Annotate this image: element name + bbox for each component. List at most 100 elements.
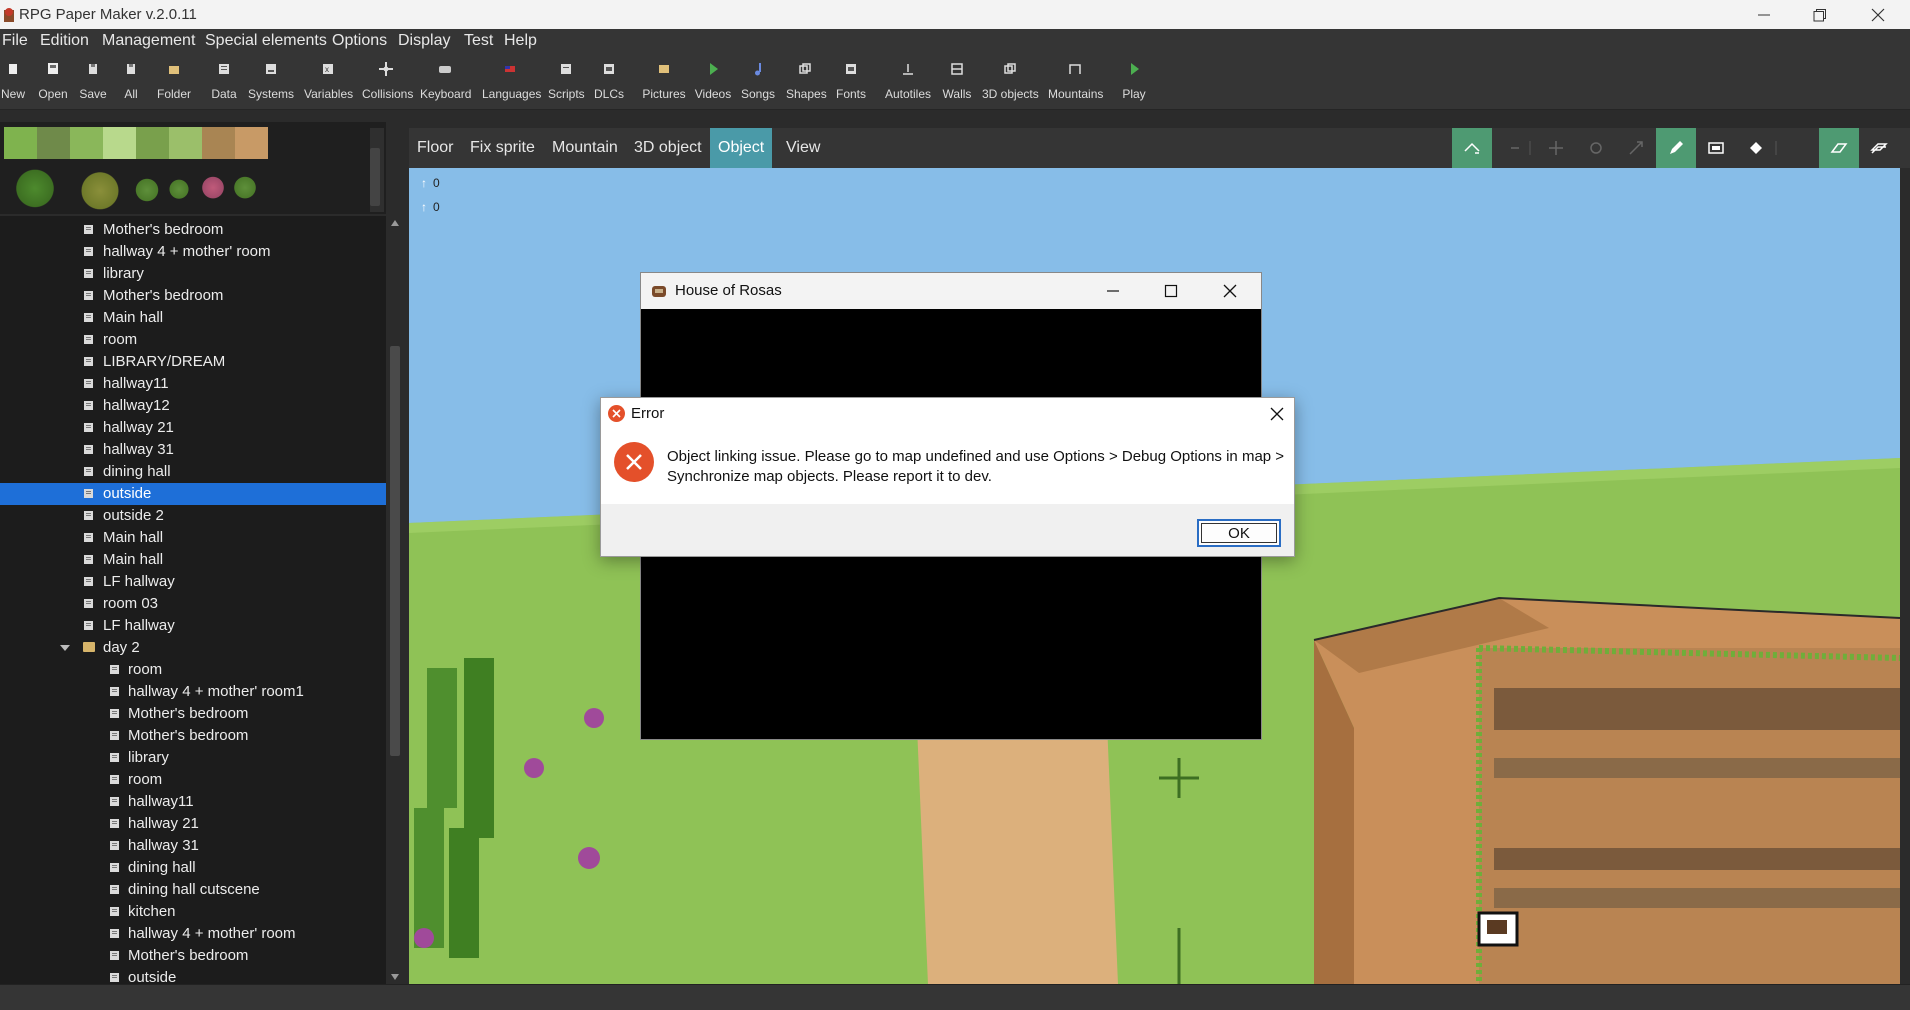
tab-mountain[interactable]: Mountain [544, 128, 626, 168]
tree-item[interactable]: Mother's bedroom [0, 285, 386, 307]
menu-edition[interactable]: Edition [40, 32, 89, 50]
tree-item[interactable]: Mother's bedroom [0, 219, 386, 241]
move-camera-tool[interactable] [1452, 128, 1492, 168]
expand-arrow-icon[interactable] [60, 645, 70, 651]
plant-sprite[interactable] [72, 162, 128, 210]
tileset-preview[interactable] [0, 122, 386, 214]
minimize-button[interactable] [1736, 0, 1792, 29]
plant-sprite[interactable] [166, 170, 192, 202]
bush-sprite[interactable] [4, 162, 66, 210]
tree-item[interactable]: Main hall [0, 549, 386, 571]
tileset-tile[interactable] [103, 127, 136, 159]
menu-special-elements[interactable]: Special elements [205, 32, 327, 50]
languages-button[interactable]: Languages [482, 59, 541, 107]
shapes-button[interactable]: Shapes [786, 59, 827, 107]
plant-sprite[interactable] [230, 166, 260, 202]
error-dialog[interactable]: Error Object linking issue. Please go to… [600, 397, 1295, 557]
tree-scrollbar[interactable] [388, 216, 402, 984]
rectangle-tool[interactable] [1696, 128, 1736, 168]
tree-item[interactable]: Mother's bedroom [0, 703, 386, 725]
rotate-object-tool[interactable] [1576, 128, 1616, 168]
menu-help[interactable]: Help [504, 32, 537, 50]
tree-item[interactable]: room 03 [0, 593, 386, 615]
tree-item[interactable]: Mother's bedroom [0, 725, 386, 747]
tree-item[interactable]: kitchen [0, 901, 386, 923]
tree-item[interactable]: room [0, 659, 386, 681]
save-button[interactable]: Save [78, 59, 108, 107]
ok-button[interactable]: OK [1197, 519, 1281, 547]
tree-item[interactable]: LF hallway [0, 571, 386, 593]
dlcs-button[interactable]: DLCs [594, 59, 624, 107]
new-button[interactable]: New [0, 59, 26, 107]
tab-fix-sprite[interactable]: Fix sprite [462, 128, 543, 168]
layer-tool[interactable] [1819, 128, 1859, 168]
error-close-button[interactable] [1266, 403, 1288, 425]
tree-item[interactable]: room [0, 329, 386, 351]
scroll-down-arrow-icon[interactable] [391, 974, 399, 980]
data-button[interactable]: Data [210, 59, 238, 107]
tree-item[interactable]: hallway 4 + mother' room1 [0, 681, 386, 703]
3d-objects-button[interactable]: 3D objects [982, 59, 1039, 107]
menu-display[interactable]: Display [398, 32, 450, 50]
tree-item[interactable]: hallway 4 + mother' room [0, 241, 386, 263]
tree-item[interactable]: outside [0, 967, 386, 984]
restore-button[interactable] [1792, 0, 1848, 29]
tree-item[interactable]: Main hall [0, 307, 386, 329]
tree-item[interactable]: LF hallway [0, 615, 386, 637]
menu-file[interactable]: File [2, 32, 28, 50]
tree-item[interactable]: hallway12 [0, 395, 386, 417]
fonts-button[interactable]: Fonts [834, 59, 868, 107]
pencil-tool[interactable] [1656, 128, 1696, 168]
close-button[interactable] [1850, 0, 1906, 29]
game-minimize-button[interactable] [1084, 273, 1142, 309]
scrollbar-thumb[interactable] [370, 148, 380, 206]
songs-button[interactable]: Songs [740, 59, 776, 107]
translate-tool[interactable] [1536, 128, 1576, 168]
tileset-tile[interactable] [4, 127, 37, 159]
play-button[interactable]: Play [1122, 59, 1146, 107]
tab-floor[interactable]: Floor [409, 128, 461, 168]
tileset-tile[interactable] [37, 127, 70, 159]
systems-button[interactable]: Systems [248, 59, 294, 107]
tree-item[interactable]: dining hall [0, 461, 386, 483]
tree-item[interactable]: hallway11 [0, 791, 386, 813]
plant-sprite[interactable] [134, 166, 160, 206]
tree-item[interactable]: hallway 31 [0, 835, 386, 857]
videos-button[interactable]: Videos [694, 59, 732, 107]
tab-object[interactable]: Object [710, 128, 773, 168]
collisions-button[interactable]: Collisions [362, 59, 413, 107]
tileset-tile[interactable] [70, 127, 103, 159]
tree-item[interactable]: outside [0, 483, 386, 505]
tree-item[interactable]: hallway 21 [0, 813, 386, 835]
layers-tool[interactable] [1859, 128, 1899, 168]
tileset-tile[interactable] [235, 127, 268, 159]
open-button[interactable]: Open [36, 59, 70, 107]
game-close-button[interactable] [1201, 273, 1259, 309]
scale-tool[interactable] [1616, 128, 1656, 168]
tree-item[interactable]: dining hall [0, 857, 386, 879]
tree-item[interactable]: Mother's bedroom [0, 945, 386, 967]
menu-test[interactable]: Test [464, 32, 493, 50]
tree-item[interactable]: hallway 31 [0, 439, 386, 461]
error-dialog-titlebar[interactable]: Error [601, 398, 1294, 428]
tileset-tile[interactable] [169, 127, 202, 159]
tab-3d-object[interactable]: 3D object [626, 128, 710, 168]
game-maximize-button[interactable] [1142, 273, 1200, 309]
save-all-button[interactable]: All [120, 59, 142, 107]
tree-item[interactable]: LIBRARY/DREAM [0, 351, 386, 373]
folder-button[interactable]: Folder [156, 59, 192, 107]
walls-button[interactable]: Walls [942, 59, 972, 107]
mountains-button[interactable]: Mountains [1048, 59, 1103, 107]
tree-item[interactable]: library [0, 263, 386, 285]
autotiles-button[interactable]: Autotiles [884, 59, 932, 107]
tileset-tile[interactable] [202, 127, 235, 159]
game-window-titlebar[interactable]: House of Rosas [641, 273, 1261, 309]
tree-item[interactable]: hallway 4 + mother' room [0, 923, 386, 945]
pictures-button[interactable]: Pictures [642, 59, 686, 107]
tree-item[interactable]: Main hall [0, 527, 386, 549]
variables-button[interactable]: x Variables [304, 59, 353, 107]
scrollbar-thumb[interactable] [390, 346, 400, 756]
tileset-scrollbar[interactable] [370, 128, 384, 212]
tree-folder-day-2[interactable]: day 2 [0, 637, 386, 659]
scripts-button[interactable]: Scripts [548, 59, 585, 107]
